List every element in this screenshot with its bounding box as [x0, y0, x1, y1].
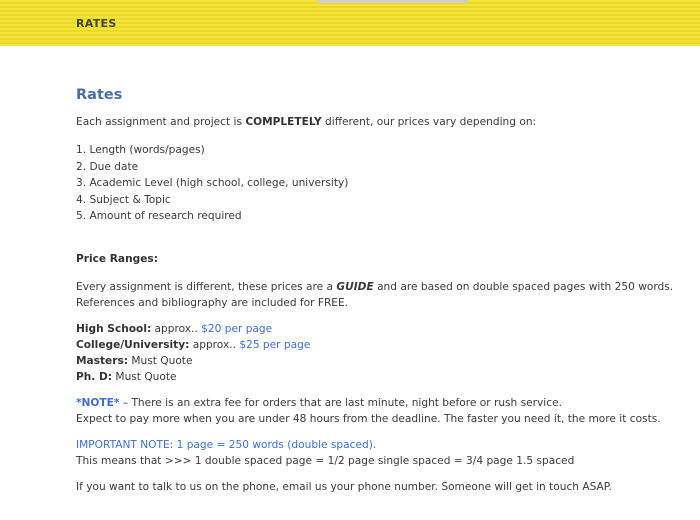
note-paragraph: *NOTE* – There is an extra fee for order… — [76, 395, 676, 427]
guide-paragraph: Every assignment is different, these pri… — [76, 279, 676, 311]
important-note: IMPORTANT NOTE: 1 page = 250 words (doub… — [76, 438, 377, 451]
list-item: 3. Academic Level (high school, college,… — [76, 177, 349, 189]
guide-line2: References and bibliography are included… — [76, 296, 349, 309]
header-title: RATES — [76, 17, 117, 30]
list-item: 2. Due date — [76, 160, 139, 173]
level-label: Ph. D: — [76, 370, 113, 383]
page-title: Rates — [76, 87, 123, 103]
main-content: Rates Each assignment and project is COM… — [76, 86, 676, 495]
spacing-line: This means that >>> 1 double spaced page… — [76, 454, 575, 467]
price-levels: High School: approx.. $20 per page Colle… — [76, 321, 676, 385]
note-line2: Expect to pay more when you are under 48… — [76, 412, 661, 425]
list-item: 4. Subject & Topic — [76, 193, 171, 206]
guide-suffix: and are based on double spaced pages wit… — [373, 280, 674, 293]
header-accent-strip — [318, 0, 468, 3]
intro-suffix: different, our prices vary depending on: — [321, 116, 537, 128]
factors-list: 1. Length (words/pages) 2. Due date 3. A… — [76, 142, 676, 225]
price-level-masters: Masters: Must Quote — [76, 353, 676, 369]
important-note-paragraph: IMPORTANT NOTE: 1 page = 250 words (doub… — [76, 437, 676, 469]
price-level-college: College/University: approx.. $25 per pag… — [76, 337, 676, 353]
guide-emphasis: GUIDE — [336, 280, 374, 293]
intro-prefix: Each assignment and project is — [76, 116, 246, 128]
level-approx: Must Quote — [112, 370, 177, 383]
note-label: *NOTE* — [76, 396, 120, 409]
price-level-phd: Ph. D: Must Quote — [76, 369, 676, 385]
level-approx: Must Quote — [128, 354, 193, 367]
intro-paragraph: Each assignment and project is COMPLETEL… — [76, 114, 676, 130]
intro-emphasis: COMPLETELY — [245, 116, 322, 128]
level-label: College/University: — [76, 338, 190, 351]
price-ranges-heading: Price Ranges: — [76, 252, 158, 265]
price-level-high-school: High School: approx.. $20 per page — [76, 321, 676, 337]
list-item: 1. Length (words/pages) — [76, 144, 205, 156]
note-text: – There is an extra fee for orders that … — [119, 396, 562, 409]
contact-line: If you want to talk to us on the phone, … — [76, 480, 612, 493]
level-price[interactable]: $25 per page — [239, 339, 310, 351]
list-item: 5. Amount of research required — [76, 210, 242, 222]
guide-prefix: Every assignment is different, these pri… — [76, 280, 337, 293]
level-label: High School: — [76, 322, 152, 335]
level-approx: approx.. — [189, 338, 240, 351]
level-label: Masters: — [76, 354, 129, 367]
level-price[interactable]: $20 per page — [201, 323, 272, 335]
page-header-bar: RATES — [0, 0, 700, 46]
level-approx: approx.. — [151, 322, 202, 335]
